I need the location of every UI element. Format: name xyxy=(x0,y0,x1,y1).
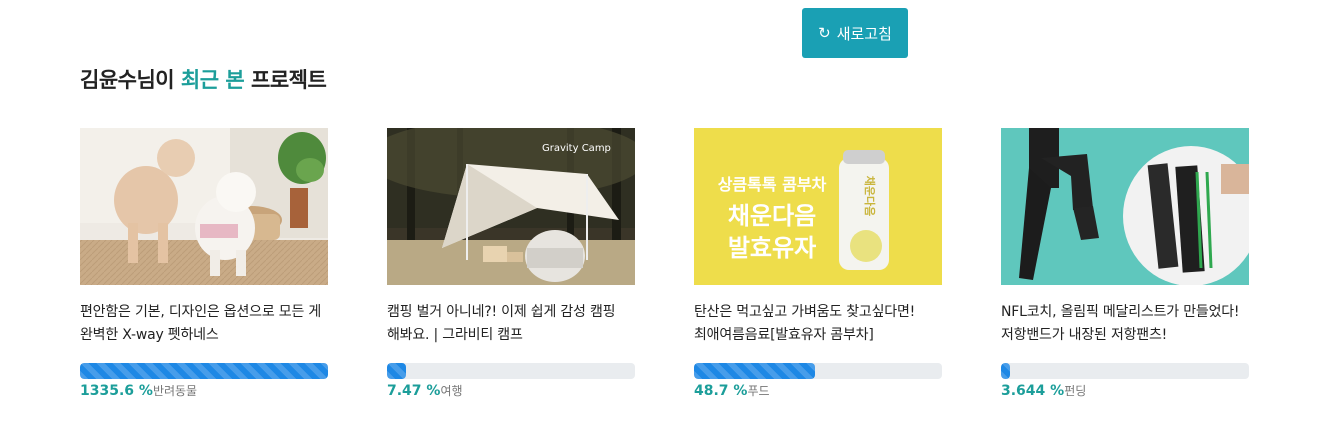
project-title[interactable]: NFL코치, 올림픽 메달리스트가 만들었다! 저항밴드가 내장된 저항팬츠! xyxy=(1001,301,1249,347)
project-thumbnail-pet[interactable] xyxy=(80,128,328,285)
project-card[interactable]: Gravity Camp 캠핑 벌거 아니네?! 이제 쉽게 감성 캠핑 해봐요… xyxy=(387,128,635,399)
project-stats: 7.47 % 여행 xyxy=(387,382,635,399)
project-title[interactable]: 캠핑 벌거 아니네?! 이제 쉽게 감성 캠핑 해봐요. | 그라비티 캠프 xyxy=(387,301,635,347)
project-thumbnail-pants[interactable] xyxy=(1001,128,1249,285)
funding-progress-fill xyxy=(387,363,406,379)
funding-progress-fill xyxy=(80,363,328,379)
project-card[interactable]: NFL코치, 올림픽 메달리스트가 만들었다! 저항밴드가 내장된 저항팬츠! … xyxy=(1001,128,1249,399)
project-category: 여행 xyxy=(440,384,463,398)
funding-progress-fill xyxy=(1001,363,1011,379)
project-card[interactable]: 편안함은 기본, 디자인은 옵션으로 모든 게 완벽한 X-way 펫하네스 1… xyxy=(80,128,328,399)
section-title-highlight: 최근 본 xyxy=(180,68,245,92)
refresh-icon: ↻ xyxy=(818,23,831,42)
refresh-button[interactable]: ↻ 새로고침 xyxy=(802,8,908,58)
project-thumbnail-camping[interactable]: Gravity Camp xyxy=(387,128,635,285)
project-category: 푸드 xyxy=(747,384,770,398)
project-stats: 3.644 % 펀딩 xyxy=(1001,382,1249,399)
project-category: 펀딩 xyxy=(1064,384,1087,398)
funding-progress-fill xyxy=(694,363,815,379)
project-category: 반려동물 xyxy=(152,384,198,398)
project-card[interactable]: 상큼톡톡 콤부차 채운다음 발효유자 채운다음 탄산은 먹고싶고 가벼움도 찾고… xyxy=(694,128,942,399)
brand-logo: Gravity Camp xyxy=(542,143,611,154)
funding-percent: 1335.6 % xyxy=(80,383,153,399)
can-label: 채운다음 xyxy=(863,176,877,216)
project-title[interactable]: 편안함은 기본, 디자인은 옵션으로 모든 게 완벽한 X-way 펫하네스 xyxy=(80,301,328,347)
project-thumbnail-kombucha[interactable]: 상큼톡톡 콤부차 채운다음 발효유자 채운다음 xyxy=(694,128,942,285)
project-stats: 48.7 % 푸드 xyxy=(694,382,942,399)
funding-progress-bar xyxy=(80,363,328,379)
image-text-line2: 채운다음 xyxy=(728,202,816,230)
image-text-line3: 발효유자 xyxy=(728,234,816,262)
image-text-line1: 상큼톡톡 콤부차 xyxy=(718,175,827,194)
funding-progress-bar xyxy=(387,363,635,379)
funding-percent: 3.644 % xyxy=(1001,383,1065,399)
project-title[interactable]: 탄산은 먹고싶고 가벼움도 찾고싶다면! 최애여름음료[발효유자 콤부차] xyxy=(694,301,942,347)
funding-progress-bar xyxy=(694,363,942,379)
funding-progress-bar xyxy=(1001,363,1249,379)
project-stats: 1335.6 % 반려동물 xyxy=(80,382,328,399)
section-title-prefix: 김윤수님이 xyxy=(80,68,181,92)
section-title-suffix: 프로젝트 xyxy=(244,68,327,92)
funding-percent: 48.7 % xyxy=(694,383,748,399)
refresh-label: 새로고침 xyxy=(836,24,892,43)
section-title: 김윤수님이 최근 본 프로젝트 xyxy=(80,64,327,94)
funding-percent: 7.47 % xyxy=(387,383,441,399)
